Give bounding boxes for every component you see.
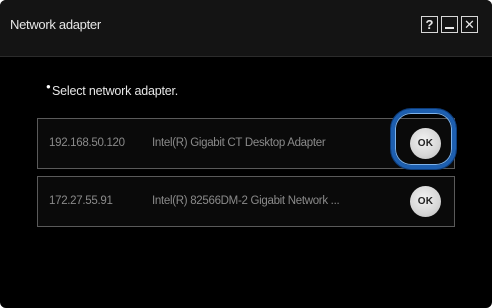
ok-button[interactable]: OK [410, 128, 441, 159]
network-adapter-dialog: Network adapter ? ✕ ● Select network ada… [0, 0, 492, 308]
adapter-name: Intel(R) Gigabit CT Desktop Adapter [152, 137, 326, 149]
adapter-name: Intel(R) 82566DM-2 Gigabit Network ... [152, 195, 340, 207]
title-divider [0, 56, 492, 57]
adapter-ip: 192.168.50.120 [49, 137, 125, 149]
help-button[interactable]: ? [421, 16, 438, 33]
adapter-row[interactable]: 172.27.55.91 Intel(R) 82566DM-2 Gigabit … [37, 176, 455, 227]
minimize-button[interactable] [441, 16, 458, 33]
close-button[interactable]: ✕ [461, 16, 478, 33]
close-icon: ✕ [464, 17, 475, 32]
adapter-row[interactable]: 192.168.50.120 Intel(R) Gigabit CT Deskt… [37, 118, 455, 169]
adapter-ip: 172.27.55.91 [49, 195, 113, 207]
title-bar: Network adapter ? ✕ [0, 0, 492, 56]
bullet-icon: ● [46, 82, 51, 91]
minimize-icon [445, 26, 454, 29]
help-icon: ? [425, 17, 434, 32]
instruction-text: ● Select network adapter. [46, 82, 179, 98]
instruction-label: Select network adapter. [52, 84, 179, 98]
ok-button[interactable]: OK [410, 186, 441, 217]
window-title: Network adapter [10, 17, 101, 32]
